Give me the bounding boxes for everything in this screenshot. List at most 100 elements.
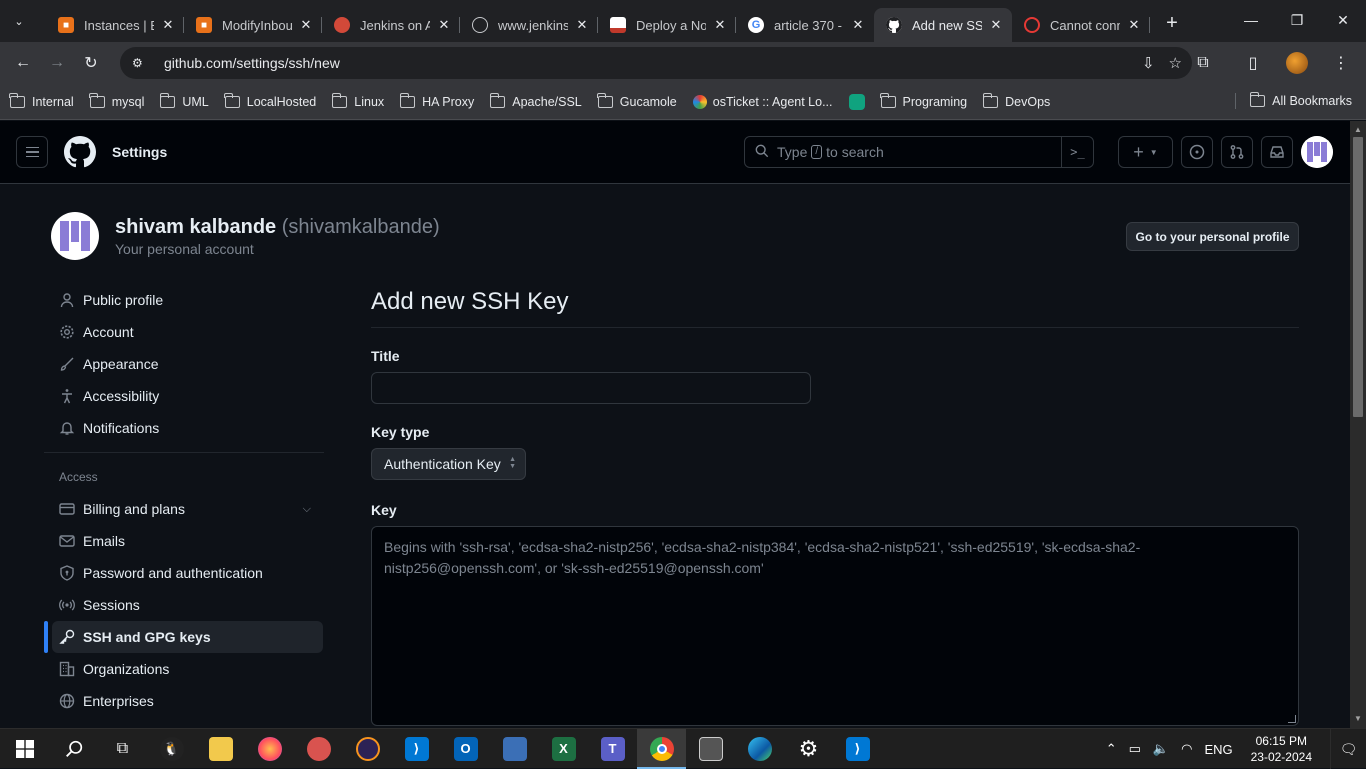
scroll-down-arrow[interactable]: ▼ bbox=[1350, 712, 1366, 726]
volume-icon[interactable]: 🔈 bbox=[1153, 741, 1169, 757]
taskbar-app-excel[interactable]: X bbox=[539, 729, 588, 769]
sidebar-item-organizations[interactable]: Organizations bbox=[44, 653, 323, 685]
hamburger-menu-icon[interactable] bbox=[16, 136, 48, 168]
close-tab-icon[interactable]: ✕ bbox=[712, 17, 728, 33]
sidebar-item-account[interactable]: Account bbox=[44, 316, 323, 348]
bookmark-folder[interactable]: mysql bbox=[89, 92, 144, 109]
notification-icon[interactable]: 🗨 bbox=[1330, 729, 1366, 769]
create-new-button[interactable]: + ▼ bbox=[1118, 136, 1173, 168]
taskbar-app-vscode-2[interactable]: ⟩ bbox=[833, 729, 882, 769]
search-input[interactable]: Type / to search >_ bbox=[744, 136, 1094, 168]
sidebar-item-password[interactable]: Password and authentication bbox=[44, 557, 323, 589]
chevron-down-icon[interactable]: ⌵ bbox=[303, 503, 311, 516]
site-info-icon[interactable]: ⚙ bbox=[132, 56, 152, 70]
taskbar-app-snip[interactable] bbox=[294, 729, 343, 769]
sidebar-item-appearance[interactable]: Appearance bbox=[44, 348, 323, 380]
new-tab-icon[interactable]: + bbox=[1158, 9, 1186, 37]
taskbar-app-teams[interactable]: T bbox=[588, 729, 637, 769]
menu-kebab-icon[interactable]: ⋮ bbox=[1324, 46, 1358, 80]
bookmark-folder[interactable]: Apache/SSL bbox=[489, 92, 582, 109]
back-arrow-icon[interactable]: ← bbox=[6, 46, 40, 80]
task-view-button[interactable]: ⧉ bbox=[98, 729, 147, 769]
tab-search-button[interactable]: ⌄ bbox=[6, 8, 32, 34]
bookmark-folder[interactable]: LocalHosted bbox=[224, 92, 316, 109]
sidebar-item-notifications[interactable]: Notifications bbox=[44, 412, 323, 444]
browser-tab[interactable]: ■ Instances | EC ✕ bbox=[46, 8, 184, 42]
bookmark-link[interactable]: osTicket :: Agent Lo... bbox=[692, 94, 833, 109]
sidebar-item-enterprises[interactable]: Enterprises bbox=[44, 685, 323, 717]
sidebar-item-sessions[interactable]: Sessions bbox=[44, 589, 323, 621]
user-avatar[interactable] bbox=[1301, 136, 1333, 168]
browser-tab[interactable]: ■ ModifyInbou ✕ bbox=[184, 8, 322, 42]
taskbar-app-settings[interactable]: ⚙ bbox=[784, 729, 833, 769]
taskbar-app-outlook[interactable]: O bbox=[441, 729, 490, 769]
bookmark-folder[interactable]: Internal bbox=[9, 92, 74, 109]
browser-tab[interactable]: Deploy a No ✕ bbox=[598, 8, 736, 42]
bookmark-link[interactable] bbox=[848, 93, 865, 110]
sidebar-item-ssh-gpg-keys[interactable]: SSH and GPG keys bbox=[44, 621, 323, 653]
browser-tab[interactable]: Cannot conn ✕ bbox=[1012, 8, 1150, 42]
sidebar-item-public-profile[interactable]: Public profile bbox=[44, 284, 323, 316]
close-tab-icon[interactable]: ✕ bbox=[988, 17, 1004, 33]
page-scrollbar[interactable]: ▲ ▼ bbox=[1350, 121, 1366, 728]
chevron-up-icon[interactable]: ⌃ bbox=[1106, 741, 1117, 757]
browser-tab[interactable]: Jenkins on AW ✕ bbox=[322, 8, 460, 42]
taskbar-app-vscode[interactable]: ⟩ bbox=[392, 729, 441, 769]
taskbar-app-firefox[interactable] bbox=[245, 729, 294, 769]
taskbar-app-photos[interactable] bbox=[686, 729, 735, 769]
address-bar[interactable]: ⚙ github.com/settings/ssh/new ⇩ ☆ bbox=[120, 47, 1192, 79]
all-bookmarks[interactable]: All Bookmarks bbox=[1235, 92, 1352, 109]
sidebar-item-emails[interactable]: Emails bbox=[44, 525, 323, 557]
extensions-icon[interactable]: ⧉ bbox=[1186, 46, 1220, 80]
wifi-icon[interactable]: ◠ bbox=[1181, 741, 1192, 757]
browser-tab[interactable]: www.jenkins. ✕ bbox=[460, 8, 598, 42]
bookmark-folder[interactable]: Gucamole bbox=[597, 92, 677, 109]
pull-requests-button[interactable] bbox=[1221, 136, 1253, 168]
resize-handle[interactable] bbox=[1288, 715, 1296, 723]
bookmark-folder[interactable]: Linux bbox=[331, 92, 384, 109]
scroll-up-arrow[interactable]: ▲ bbox=[1350, 123, 1366, 137]
search-button[interactable] bbox=[49, 729, 98, 769]
restore-icon[interactable]: ❐ bbox=[1274, 0, 1320, 40]
taskbar-app-explorer[interactable] bbox=[196, 729, 245, 769]
close-tab-icon[interactable]: ✕ bbox=[298, 17, 314, 33]
go-to-profile-button[interactable]: Go to your personal profile bbox=[1126, 222, 1299, 251]
taskbar-app-chrome[interactable] bbox=[637, 728, 686, 769]
close-tab-icon[interactable]: ✕ bbox=[1126, 17, 1142, 33]
key-textarea[interactable]: Begins with 'ssh-rsa', 'ecdsa-sha2-nistp… bbox=[371, 526, 1299, 726]
forward-arrow-icon[interactable]: → bbox=[40, 46, 74, 80]
reload-icon[interactable]: ↻ bbox=[74, 46, 108, 80]
taskbar-app-network[interactable] bbox=[490, 729, 539, 769]
bookmark-folder[interactable]: DevOps bbox=[982, 92, 1050, 109]
start-button[interactable] bbox=[0, 729, 49, 769]
bookmark-star-icon[interactable]: ☆ bbox=[1169, 54, 1182, 72]
close-tab-icon[interactable]: ✕ bbox=[850, 17, 866, 33]
bookmark-folder[interactable]: Programing bbox=[879, 92, 967, 109]
close-tab-icon[interactable]: ✕ bbox=[436, 17, 452, 33]
close-window-icon[interactable]: ✕ bbox=[1320, 0, 1366, 40]
browser-tab-active[interactable]: Add new SSH ✕ bbox=[874, 8, 1012, 42]
battery-icon[interactable]: ▭ bbox=[1129, 741, 1141, 757]
key-type-select[interactable]: Authentication Key ▲ ▼ bbox=[371, 448, 526, 480]
issues-button[interactable] bbox=[1181, 136, 1213, 168]
language-indicator[interactable]: ENG bbox=[1204, 742, 1232, 757]
close-tab-icon[interactable]: ✕ bbox=[160, 17, 176, 33]
bookmark-folder[interactable]: UML bbox=[159, 92, 209, 109]
github-logo-icon[interactable] bbox=[64, 136, 96, 168]
chrome-profile-avatar[interactable] bbox=[1286, 52, 1308, 74]
sidebar-item-accessibility[interactable]: Accessibility bbox=[44, 380, 323, 412]
title-input[interactable] bbox=[371, 372, 811, 404]
minimize-icon[interactable]: — bbox=[1228, 0, 1274, 40]
clock[interactable]: 06:15 PM 23-02-2024 bbox=[1251, 733, 1312, 765]
side-panel-icon[interactable]: ▯ bbox=[1236, 46, 1270, 80]
inbox-button[interactable] bbox=[1261, 136, 1293, 168]
command-palette-icon[interactable]: >_ bbox=[1061, 137, 1093, 167]
taskbar-app-eclipse[interactable] bbox=[343, 729, 392, 769]
close-tab-icon[interactable]: ✕ bbox=[574, 17, 590, 33]
scroll-thumb[interactable] bbox=[1353, 137, 1363, 417]
taskbar-app-linux[interactable]: 🐧 bbox=[147, 729, 196, 769]
bookmark-folder[interactable]: HA Proxy bbox=[399, 92, 474, 109]
sidebar-item-billing[interactable]: Billing and plans ⌵ bbox=[44, 493, 323, 525]
install-app-icon[interactable]: ⇩ bbox=[1142, 54, 1155, 72]
browser-tab[interactable]: G article 370 - ✕ bbox=[736, 8, 874, 42]
